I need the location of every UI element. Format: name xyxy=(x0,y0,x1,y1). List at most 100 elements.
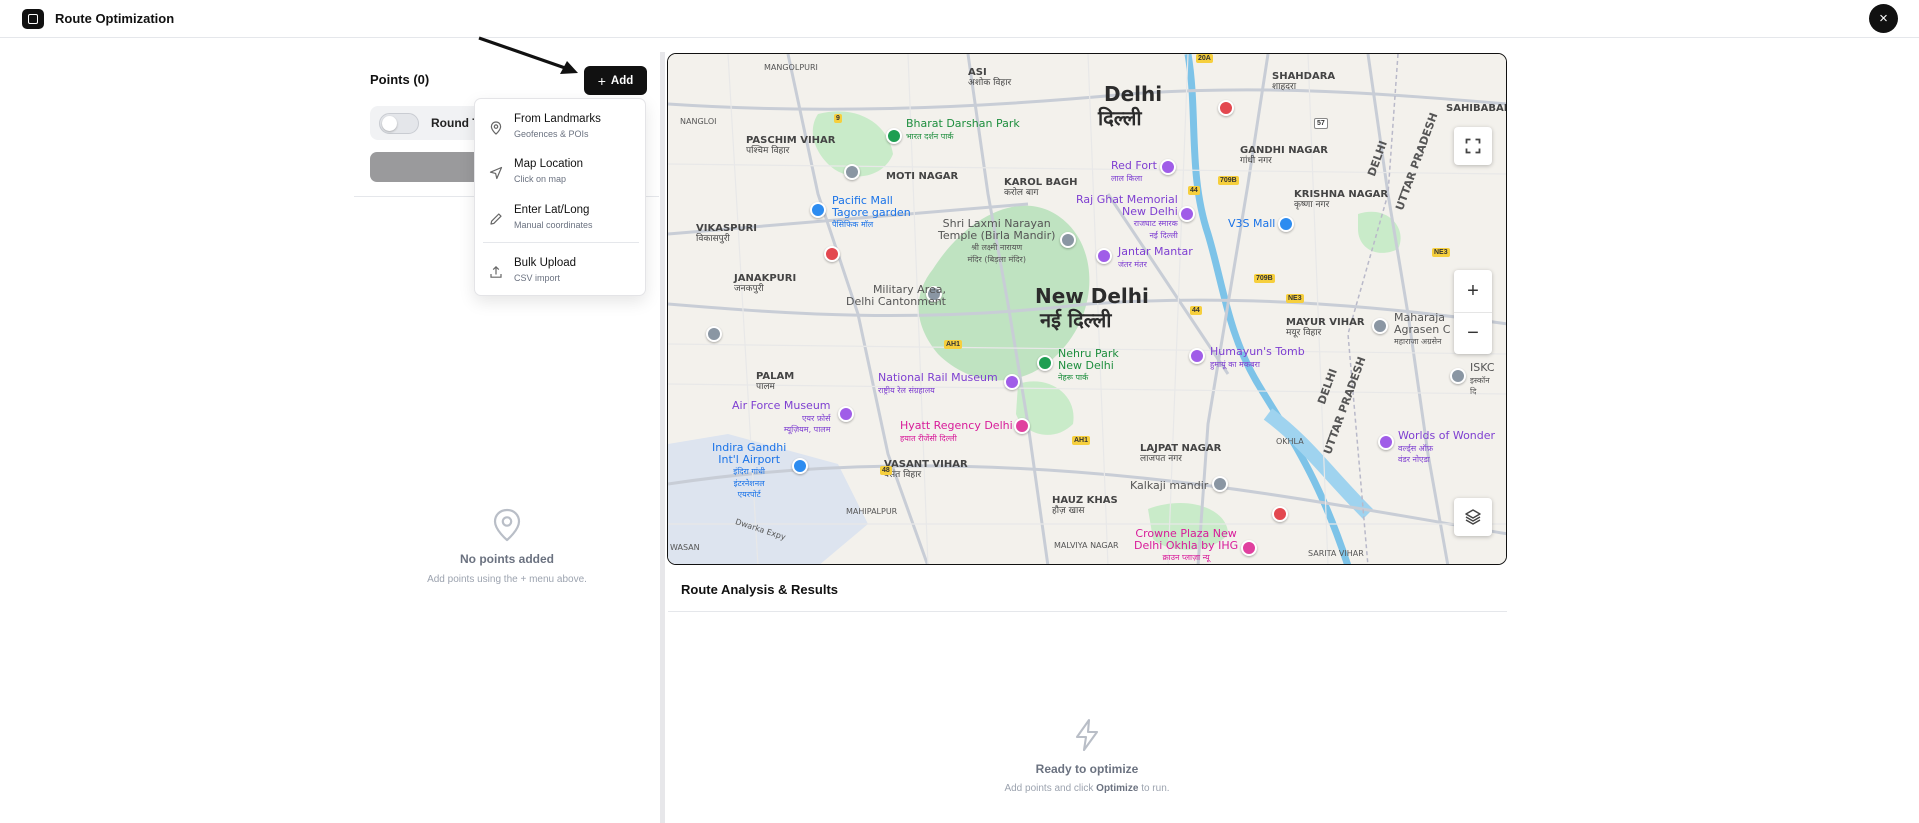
poi-label: Hyatt Regency Delhi हयात रीजेंसी दिल्ली xyxy=(900,419,1013,443)
hospital-marker-icon[interactable] xyxy=(1218,100,1234,116)
navigation-arrow-icon xyxy=(489,166,503,180)
fullscreen-icon xyxy=(1465,138,1481,154)
shopping-marker-icon[interactable] xyxy=(810,202,826,218)
road-shield: 57 xyxy=(1314,118,1328,129)
menu-item-subtitle: Geofences & POIs xyxy=(514,129,589,139)
zoom-out-button[interactable]: − xyxy=(1454,312,1492,354)
map-label-area: LAJPAT NAGAR लाजपत नगर xyxy=(1140,443,1222,464)
museum-marker-icon[interactable] xyxy=(1004,374,1020,390)
poi-label: Pacific Mall Tagore garden पैसिफिक मॉल xyxy=(832,194,911,230)
poi-label: Maharaja Agrasen C महाराजा अग्रसेन xyxy=(1394,311,1451,347)
shopping-marker-icon[interactable] xyxy=(1278,216,1294,232)
map-label-area: PASCHIM VIHAR पश्चिम विहार xyxy=(746,135,836,156)
monument-marker-icon[interactable] xyxy=(1160,159,1176,175)
landmark-marker-icon[interactable] xyxy=(1372,318,1388,334)
landmark-marker-icon[interactable] xyxy=(844,164,860,180)
menu-item-label: From Landmarks xyxy=(514,113,601,125)
map-label-area: GANDHI NAGAR गांधी नगर xyxy=(1240,145,1328,166)
map-label-area: SHAHDARA शाहदरा xyxy=(1272,71,1336,92)
results-empty-title: Ready to optimize xyxy=(1035,762,1139,776)
temple-marker-icon[interactable] xyxy=(1212,476,1228,492)
results-divider xyxy=(668,611,1507,612)
menu-item-label: Map Location xyxy=(514,158,584,170)
temple-marker-icon[interactable] xyxy=(1060,232,1076,248)
road-shield: NE3 xyxy=(1286,294,1304,303)
zoom-in-button[interactable]: + xyxy=(1454,270,1492,312)
menu-item-bulk-upload[interactable]: Bulk Upload CSV import xyxy=(475,251,645,291)
points-empty-subtitle: Add points using the + menu above. xyxy=(427,574,587,585)
park-marker-icon[interactable] xyxy=(886,128,902,144)
hotel-marker-icon[interactable] xyxy=(1241,540,1257,556)
landmark-marker-icon[interactable] xyxy=(706,326,722,342)
poi-label: Shri Laxmi Narayan Temple (Birla Mandir) श… xyxy=(938,217,1056,264)
map-pin-icon xyxy=(493,508,521,542)
layers-icon xyxy=(1465,509,1481,525)
menu-separator xyxy=(483,242,639,243)
menu-item-subtitle: CSV import xyxy=(514,273,561,283)
pencil-icon xyxy=(490,213,502,225)
monument-marker-icon[interactable] xyxy=(1189,348,1205,364)
monument-marker-icon[interactable] xyxy=(1096,248,1112,264)
menu-item-label: Bulk Upload xyxy=(514,257,577,269)
top-bar: Route Optimization × xyxy=(0,0,1919,38)
poi-label: Jantar Mantar जंतर मंतर xyxy=(1118,245,1193,269)
poi-label: Kalkaji mandir xyxy=(1130,479,1209,492)
menu-item-enter-lat-long[interactable]: Enter Lat/Long Manual coordinates xyxy=(475,198,645,238)
menu-item-map-location[interactable]: Map Location Click on map xyxy=(475,152,645,192)
close-button[interactable]: × xyxy=(1869,4,1898,33)
map-label-area: MAYUR VIHAR मयूर विहार xyxy=(1286,317,1365,338)
map-view[interactable]: Delhi दिल्ली New Delhi नई दिल्ली SHAHDAR… xyxy=(667,53,1507,565)
map-label-area: PALAM पालम xyxy=(756,371,795,392)
menu-item-from-landmarks[interactable]: From Landmarks Geofences & POIs xyxy=(475,107,645,147)
temple-marker-icon[interactable] xyxy=(1450,368,1466,384)
map-layers-button[interactable] xyxy=(1454,498,1492,536)
road-shield: 709B xyxy=(1218,176,1239,185)
map-label-area: MAHIPALPUR xyxy=(846,507,898,516)
round-trip-toggle[interactable] xyxy=(379,113,419,134)
map-label-area: MOTI NAGAR xyxy=(886,171,959,182)
map-label-new-delhi-hi: नई दिल्ली xyxy=(1040,308,1112,332)
map-label-area: MALVIYA NAGAR xyxy=(1054,541,1119,550)
monument-marker-icon[interactable] xyxy=(1179,206,1195,222)
results-title: Route Analysis & Results xyxy=(681,582,839,597)
hotel-marker-icon[interactable] xyxy=(1014,418,1030,434)
poi-label: Crowne Plaza New Delhi Okhla by IHG क्राउन… xyxy=(1134,527,1239,563)
road-shield: 709B xyxy=(1254,274,1275,283)
park-marker-icon[interactable] xyxy=(1037,355,1053,371)
results-empty-state: Ready to optimize Add points and click O… xyxy=(887,718,1287,794)
fullscreen-button[interactable] xyxy=(1454,127,1492,165)
menu-item-subtitle: Click on map xyxy=(514,174,567,184)
map-label-area: HAUZ KHAS हौज़ खास xyxy=(1052,495,1118,516)
menu-item-label: Enter Lat/Long xyxy=(514,204,590,216)
poi-label: Indira Gandhi Int'l Airport इंदिरा गांधी इं… xyxy=(712,441,787,500)
panel-resize-handle[interactable] xyxy=(660,52,665,823)
museum-marker-icon[interactable] xyxy=(838,406,854,422)
poi-label: National Rail Museum राष्ट्रीय रेल संग्रह… xyxy=(878,371,998,395)
airport-marker-icon[interactable] xyxy=(792,458,808,474)
map-label-delhi: Delhi xyxy=(1104,82,1163,106)
add-point-menu: From Landmarks Geofences & POIs Map Loca… xyxy=(474,98,646,296)
poi-label: Worlds of Wonder वर्ल्ड्स ऑफ़ वंडर नोएडा xyxy=(1398,429,1496,465)
add-point-button[interactable]: + Add xyxy=(584,66,647,95)
poi-label: Red Fort लाल किला xyxy=(1111,159,1157,183)
map-label-area: VASANT VIHAR वसंत विहार xyxy=(884,459,968,480)
pin-icon xyxy=(490,121,502,135)
poi-label: Raj Ghat Memorial New Delhi राजघाट स्मारक न… xyxy=(1076,193,1178,240)
map-label-area: ASI अशोक विहार xyxy=(968,67,1012,88)
map-label-area: KRISHNA NAGAR कृष्णा नगर xyxy=(1294,189,1389,210)
map-label-area: NANGLOI xyxy=(680,117,717,126)
add-button-label: Add xyxy=(610,74,634,87)
app-logo-icon xyxy=(22,9,44,29)
hospital-marker-icon[interactable] xyxy=(1272,506,1288,522)
poi-label: Air Force Museum एयर फ़ोर्स म्यूज़ियम, पाल… xyxy=(732,399,831,435)
amusement-marker-icon[interactable] xyxy=(1378,434,1394,450)
poi-label: Humayun's Tomb हुमायूं का मकबरा xyxy=(1210,345,1305,369)
poi-label: Military Area, Delhi Cantonment xyxy=(846,283,946,308)
map-label-area: WASAN xyxy=(670,543,700,552)
road-shield: AH1 xyxy=(1072,436,1091,445)
poi-label: Nehru Park New Delhi नेहरू पार्क xyxy=(1058,347,1119,383)
poi-label: Bharat Darshan Park भारत दर्शन पार्क xyxy=(906,117,1020,141)
hospital-marker-icon[interactable] xyxy=(824,246,840,262)
optimize-hint: Optimize xyxy=(1096,783,1139,794)
map-label-area: MANGOLPURI xyxy=(764,63,818,72)
